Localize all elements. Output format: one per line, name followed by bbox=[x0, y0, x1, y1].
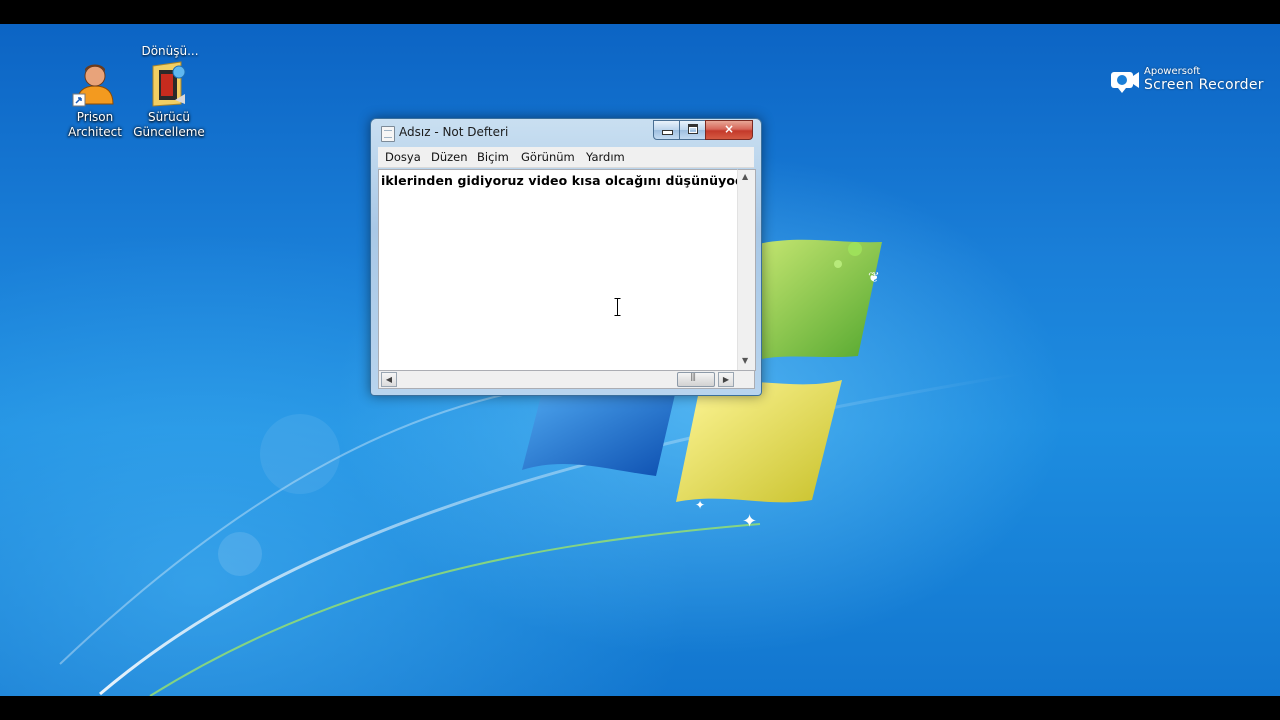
desktop-icon-label: Architect bbox=[68, 125, 122, 139]
editor-text: iklerinden gidiyoruz video kısa olcağını… bbox=[381, 173, 738, 188]
menu-gorunum[interactable]: Görünüm bbox=[521, 150, 575, 164]
letterbox-top bbox=[0, 0, 1280, 24]
screen-recorder-watermark: Apowersoft Screen Recorder bbox=[1110, 66, 1270, 98]
minimize-icon bbox=[661, 130, 673, 135]
maximize-button[interactable] bbox=[679, 120, 707, 140]
horizontal-scrollbar[interactable]: ◀ ▶ bbox=[378, 370, 739, 389]
horizontal-scroll-thumb[interactable] bbox=[677, 372, 715, 387]
scroll-up-arrow-icon[interactable]: ▲ bbox=[742, 172, 748, 181]
menu-bicim[interactable]: Biçim bbox=[477, 150, 509, 164]
notepad-window[interactable]: Adsız - Not Defteri × Dosya Düzen Biçim … bbox=[370, 118, 762, 396]
windows-logo-blue-pane bbox=[522, 389, 676, 476]
vertical-scrollbar[interactable]: ▲ ▼ bbox=[737, 169, 756, 371]
scroll-left-arrow-icon[interactable]: ◀ bbox=[381, 372, 397, 387]
notepad-app-icon[interactable] bbox=[381, 126, 395, 142]
text-editor-area[interactable]: iklerinden gidiyoruz video kısa olcağını… bbox=[378, 169, 738, 371]
windows-logo-yellow-pane bbox=[676, 380, 842, 503]
svg-text:✦: ✦ bbox=[742, 511, 757, 532]
scroll-down-arrow-icon[interactable]: ▼ bbox=[742, 356, 748, 365]
letterbox-bottom bbox=[0, 696, 1280, 720]
desktop-icon-label: Sürücü bbox=[148, 110, 190, 124]
minimize-button[interactable] bbox=[653, 120, 681, 140]
desktop-icon-label: Prison bbox=[76, 110, 114, 124]
menu-duzen[interactable]: Düzen bbox=[431, 150, 468, 164]
maximize-icon bbox=[688, 124, 698, 134]
prison-architect-icon bbox=[71, 60, 119, 108]
menu-dosya[interactable]: Dosya bbox=[385, 150, 421, 164]
camera-icon bbox=[1111, 72, 1139, 93]
menu-bar: Dosya Düzen Biçim Görünüm Yardım bbox=[378, 147, 754, 168]
svg-text:❦: ❦ bbox=[868, 270, 880, 286]
text-cursor-icon bbox=[614, 298, 621, 316]
desktop-icon-prison-architect[interactable]: Prison Architect bbox=[55, 60, 135, 140]
window-title: Adsız - Not Defteri bbox=[399, 125, 509, 139]
svg-text:✦: ✦ bbox=[695, 498, 705, 512]
desktop-icon-driver-update[interactable]: Sürücü Güncelleme bbox=[129, 60, 209, 140]
menu-yardim[interactable]: Yardım bbox=[586, 150, 625, 164]
driver-update-folder-icon bbox=[145, 60, 193, 108]
close-button[interactable]: × bbox=[705, 120, 753, 140]
notepad-title-bar[interactable]: Adsız - Not Defteri × bbox=[371, 119, 761, 145]
close-icon: × bbox=[723, 122, 735, 136]
scroll-right-arrow-icon[interactable]: ▶ bbox=[718, 372, 734, 387]
scrollbar-corner bbox=[737, 370, 755, 389]
desktop-icon-label-truncated[interactable]: Dönüşü... bbox=[130, 44, 210, 58]
desktop-icon-label: Güncelleme bbox=[133, 125, 205, 139]
watermark-product: Screen Recorder bbox=[1144, 77, 1264, 93]
